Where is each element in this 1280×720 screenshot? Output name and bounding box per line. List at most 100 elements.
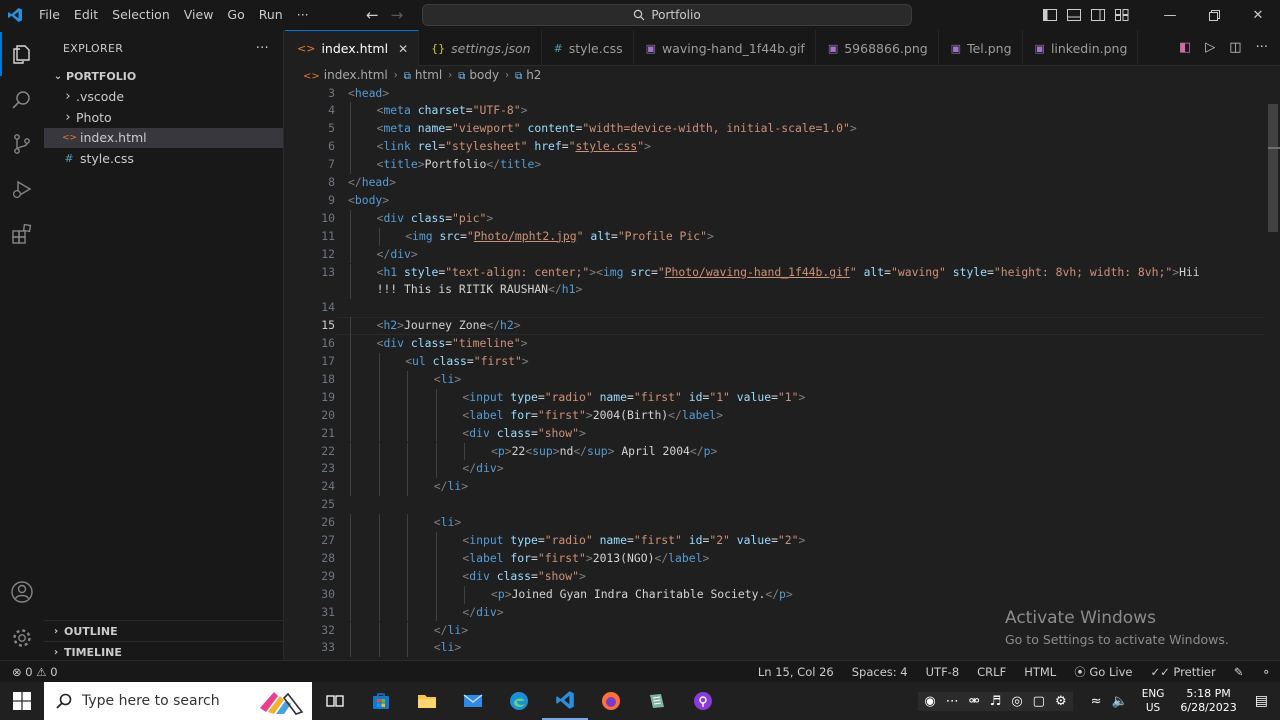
source-control-icon[interactable] — [0, 122, 44, 166]
code-line[interactable]: </li> — [434, 478, 468, 496]
end-of-line[interactable]: CRLF — [968, 665, 1015, 679]
problems-indicator[interactable]: ⊗ 0 ⚠ 0 — [12, 665, 58, 679]
code-line[interactable]: <div class="pic"> — [377, 210, 494, 228]
feedback-icon[interactable]: ✎ — [1225, 665, 1253, 679]
mail-icon[interactable] — [450, 682, 496, 720]
tab-linkedin-png[interactable]: ▣ linkedin.png — [1023, 30, 1139, 66]
code-line[interactable]: <div class="show"> — [462, 568, 585, 586]
tray-overlay-icons[interactable]: ◉ ⋯ ⚮ ♬ ◎ ▢ ⚙ — [918, 691, 1073, 711]
tab-tel-png[interactable]: ▣ Tel.png — [939, 30, 1023, 66]
code-line[interactable]: <p>Joined Gyan Indra Charitable Society.… — [491, 586, 793, 604]
breadcrumb-item[interactable]: ⧉ h2 — [515, 68, 541, 82]
tab-index-html[interactable]: <> index.html ✕ — [285, 30, 420, 66]
code-line[interactable]: !!! This is RITIK RAUSHAN</h1> — [377, 281, 583, 299]
file-explorer-icon[interactable] — [404, 682, 450, 720]
volume-icon[interactable]: 🔈 — [1106, 694, 1134, 709]
code-line[interactable]: <title>Portfolio</title> — [377, 156, 542, 174]
code-line[interactable]: <div class="timeline"> — [377, 335, 528, 353]
menu-edit[interactable]: Edit — [67, 0, 105, 30]
language-mode[interactable]: HTML — [1015, 665, 1065, 679]
code-line[interactable]: <li> — [434, 514, 461, 532]
run-debug-icon[interactable] — [0, 167, 44, 211]
code-line[interactable]: <body> — [348, 192, 389, 210]
code-line[interactable]: <h1 style="text-align: center;"><img src… — [377, 264, 1200, 282]
explorer-item-style-css[interactable]: # style.css — [44, 148, 283, 169]
toggle-sidebar-icon[interactable] — [1038, 0, 1062, 30]
close-tab-icon[interactable]: ✕ — [398, 42, 408, 56]
task-view-icon[interactable] — [312, 682, 358, 720]
settings-gear-icon[interactable] — [0, 616, 44, 660]
code-line[interactable]: </li> — [434, 622, 468, 640]
run-icon[interactable]: ▷ — [1205, 40, 1215, 55]
wifi-icon[interactable]: ≈ — [1087, 694, 1106, 709]
search-icon[interactable] — [0, 78, 44, 122]
breadcrumb-item[interactable]: ⧉ body — [458, 68, 499, 82]
encoding[interactable]: UTF-8 — [917, 665, 969, 679]
input-language[interactable]: ENG US — [1134, 687, 1173, 715]
code-line[interactable]: <input type="radio" name="first" id="1" … — [462, 389, 805, 407]
notifications-bell-icon[interactable]: ⚬ — [1252, 665, 1280, 679]
menu-go[interactable]: Go — [220, 0, 251, 30]
podcast-icon[interactable] — [680, 682, 726, 720]
taskbar-search-input[interactable]: Type here to search — [44, 682, 312, 720]
toggle-secondary-sidebar-icon[interactable] — [1086, 0, 1110, 30]
edge-icon[interactable] — [496, 682, 542, 720]
code-area[interactable]: <head> <meta charset="UTF-8"> <meta name="… — [348, 84, 1258, 660]
code-line[interactable]: <link rel="stylesheet" href="style.css"> — [377, 138, 651, 156]
restore-icon[interactable] — [1192, 0, 1236, 30]
firefox-icon[interactable] — [588, 682, 634, 720]
back-arrow-icon[interactable]: ← — [366, 6, 379, 24]
extensions-icon[interactable] — [0, 212, 44, 256]
code-line[interactable]: <p>22<sup>nd</sup> April 2004</p> — [491, 443, 717, 461]
code-line[interactable]: <img src="Photo/mpht2.jpg" alt="Profile … — [405, 228, 714, 246]
breadcrumb-item[interactable]: ⧉ html — [404, 68, 442, 82]
code-line[interactable]: <h2>Journey Zone</h2> — [377, 317, 521, 335]
code-line[interactable]: </div> — [462, 460, 503, 478]
forward-arrow-icon[interactable]: → — [391, 6, 404, 24]
code-line[interactable]: <head> — [348, 85, 389, 103]
code-line[interactable]: <label for="first">2013(NGO)</label> — [462, 550, 709, 568]
windows-start-icon[interactable] — [0, 682, 44, 720]
app-icon[interactable] — [634, 682, 680, 720]
vscode-icon[interactable] — [542, 682, 588, 720]
minimize-icon[interactable]: — — [1148, 0, 1192, 30]
explorer-item-index-html[interactable]: <> index.html — [44, 127, 283, 148]
menu-selection[interactable]: Selection — [105, 0, 177, 30]
tab-waving-hand-1f44b-gif[interactable]: ▣ waving-hand_1f44b.gif — [634, 30, 816, 66]
code-line[interactable]: <input type="radio" name="first" id="2" … — [462, 532, 805, 550]
close-icon[interactable]: ✕ — [1236, 0, 1280, 30]
vertical-scrollbar[interactable] — [1266, 92, 1280, 660]
explorer-icon[interactable] — [0, 32, 44, 76]
command-center[interactable]: Portfolio — [422, 4, 912, 26]
notification-center-icon[interactable]: ▤ — [1245, 693, 1280, 709]
menu-more[interactable]: ··· — [290, 0, 316, 30]
more-actions-icon[interactable]: ··· — [1256, 40, 1268, 55]
code-line[interactable]: <meta charset="UTF-8"> — [377, 102, 528, 120]
code-line[interactable]: </head> — [348, 174, 396, 192]
menu-run[interactable]: Run — [252, 0, 290, 30]
code-line[interactable]: <li> — [434, 639, 461, 657]
menu-view[interactable]: View — [177, 0, 221, 30]
explorer-item--vscode[interactable]: › .vscode — [44, 87, 283, 108]
go-live-button[interactable]: ⦿ Go Live — [1065, 664, 1141, 680]
workspace-root[interactable]: ⌄ PORTFOLIO — [44, 66, 283, 87]
indentation[interactable]: Spaces: 4 — [843, 665, 917, 679]
clock[interactable]: 5:18 PM 6/28/2023 — [1172, 687, 1244, 715]
store-icon[interactable] — [358, 682, 404, 720]
tab-5968866-png[interactable]: ▣ 5968866.png — [816, 30, 939, 66]
timeline-section[interactable]: › TIMELINE — [44, 641, 284, 662]
code-editor[interactable]: 3 4 5 6 7 8 9 10 11 12 13 14 15 16 17 18 19 20 21 22 23 24 25 2… — [285, 84, 1280, 660]
code-line[interactable]: </div> — [377, 246, 418, 264]
breadcrumb-item[interactable]: <> index.html — [303, 68, 388, 82]
explorer-more-icon[interactable]: ··· — [256, 41, 269, 56]
code-line[interactable]: <ul class="first"> — [405, 353, 528, 371]
customize-layout-icon[interactable] — [1110, 0, 1134, 30]
toggle-panel-icon[interactable] — [1062, 0, 1086, 30]
code-line[interactable]: <meta name="viewport" content="width=dev… — [377, 120, 857, 138]
tab-style-css[interactable]: # style.css — [542, 30, 634, 66]
code-line[interactable]: <li> — [434, 371, 461, 389]
split-editor-icon[interactable]: ◫ — [1229, 40, 1241, 55]
outline-section[interactable]: › OUTLINE — [44, 620, 284, 641]
cursor-position[interactable]: Ln 15, Col 26 — [749, 665, 843, 679]
code-line[interactable]: <div class="show"> — [462, 425, 585, 443]
